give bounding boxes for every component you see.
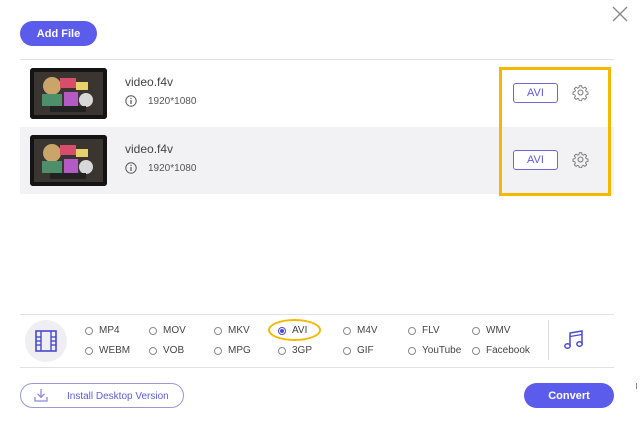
format-option-3gp[interactable]: 3GP bbox=[278, 345, 312, 356]
divider bbox=[20, 367, 614, 368]
install-desktop-button[interactable]: Install Desktop Version bbox=[20, 383, 184, 408]
video-thumbnail bbox=[30, 135, 107, 186]
format-label: M4V bbox=[357, 325, 378, 336]
file-name: video.f4v bbox=[125, 142, 174, 156]
info-icon[interactable] bbox=[125, 95, 137, 107]
radio-button-selected[interactable] bbox=[278, 326, 286, 335]
close-icon[interactable] bbox=[610, 4, 630, 24]
format-option-vob[interactable]: VOB bbox=[149, 345, 184, 356]
radio-button[interactable] bbox=[214, 346, 222, 355]
radio-button[interactable] bbox=[149, 346, 157, 355]
radio-button[interactable] bbox=[408, 346, 416, 355]
resize-handle bbox=[636, 383, 639, 389]
output-format-button[interactable]: AVI bbox=[513, 83, 558, 103]
format-label: AVI bbox=[292, 325, 308, 336]
radio-button[interactable] bbox=[85, 346, 93, 355]
format-option-mpg[interactable]: MPG bbox=[214, 345, 251, 356]
music-note-icon[interactable] bbox=[562, 328, 586, 352]
format-option-m4v[interactable]: M4V bbox=[343, 325, 378, 336]
film-icon bbox=[35, 330, 57, 352]
format-label: YouTube bbox=[422, 345, 462, 356]
format-option-wmv[interactable]: WMV bbox=[472, 325, 510, 336]
video-category-button[interactable] bbox=[25, 320, 67, 362]
format-option-gif[interactable]: GIF bbox=[343, 345, 374, 356]
format-label: MOV bbox=[163, 325, 186, 336]
radio-button[interactable] bbox=[85, 326, 93, 335]
divider bbox=[20, 314, 614, 315]
info-icon[interactable] bbox=[125, 162, 137, 174]
file-name: video.f4v bbox=[125, 75, 174, 89]
gear-icon[interactable] bbox=[572, 84, 589, 101]
format-label: VOB bbox=[163, 345, 185, 356]
format-option-mov[interactable]: MOV bbox=[149, 325, 186, 336]
format-label: 3GP bbox=[292, 345, 313, 356]
format-option-webm[interactable]: WEBM bbox=[85, 345, 130, 356]
format-label: MP4 bbox=[99, 325, 120, 336]
gear-icon[interactable] bbox=[572, 151, 589, 168]
radio-button[interactable] bbox=[472, 326, 480, 335]
radio-button[interactable] bbox=[343, 326, 351, 335]
format-option-flv[interactable]: FLV bbox=[408, 325, 440, 336]
format-label: MPG bbox=[228, 345, 251, 356]
radio-button[interactable] bbox=[214, 326, 222, 335]
format-label: WEBM bbox=[99, 345, 131, 356]
video-thumbnail bbox=[30, 68, 107, 119]
divider bbox=[548, 320, 549, 360]
radio-button[interactable] bbox=[149, 326, 157, 335]
radio-button[interactable] bbox=[472, 346, 480, 355]
format-option-mp4[interactable]: MP4 bbox=[85, 325, 120, 336]
file-resolution: 1920*1080 bbox=[148, 96, 197, 107]
format-option-facebook[interactable]: Facebook bbox=[472, 345, 530, 356]
file-resolution: 1920*1080 bbox=[148, 163, 197, 174]
format-option-mkv[interactable]: MKV bbox=[214, 325, 250, 336]
convert-button[interactable]: Convert bbox=[524, 383, 614, 408]
download-icon bbox=[34, 389, 48, 402]
install-label: Install Desktop Version bbox=[67, 391, 169, 402]
format-label: MKV bbox=[228, 325, 250, 336]
add-file-button[interactable]: Add File bbox=[20, 21, 97, 46]
format-label: WMV bbox=[486, 325, 511, 336]
file-row: video.f4v 1920*1080 AVI bbox=[20, 60, 614, 127]
radio-button[interactable] bbox=[343, 346, 351, 355]
radio-button[interactable] bbox=[278, 346, 286, 355]
format-option-avi[interactable]: AVI bbox=[278, 325, 307, 336]
format-label: GIF bbox=[357, 345, 374, 356]
file-row: video.f4v 1920*1080 AVI bbox=[20, 127, 614, 194]
output-format-button[interactable]: AVI bbox=[513, 150, 558, 170]
format-label: Facebook bbox=[486, 345, 530, 356]
format-option-youtube[interactable]: YouTube bbox=[408, 345, 461, 356]
radio-button[interactable] bbox=[408, 326, 416, 335]
format-label: FLV bbox=[422, 325, 440, 336]
